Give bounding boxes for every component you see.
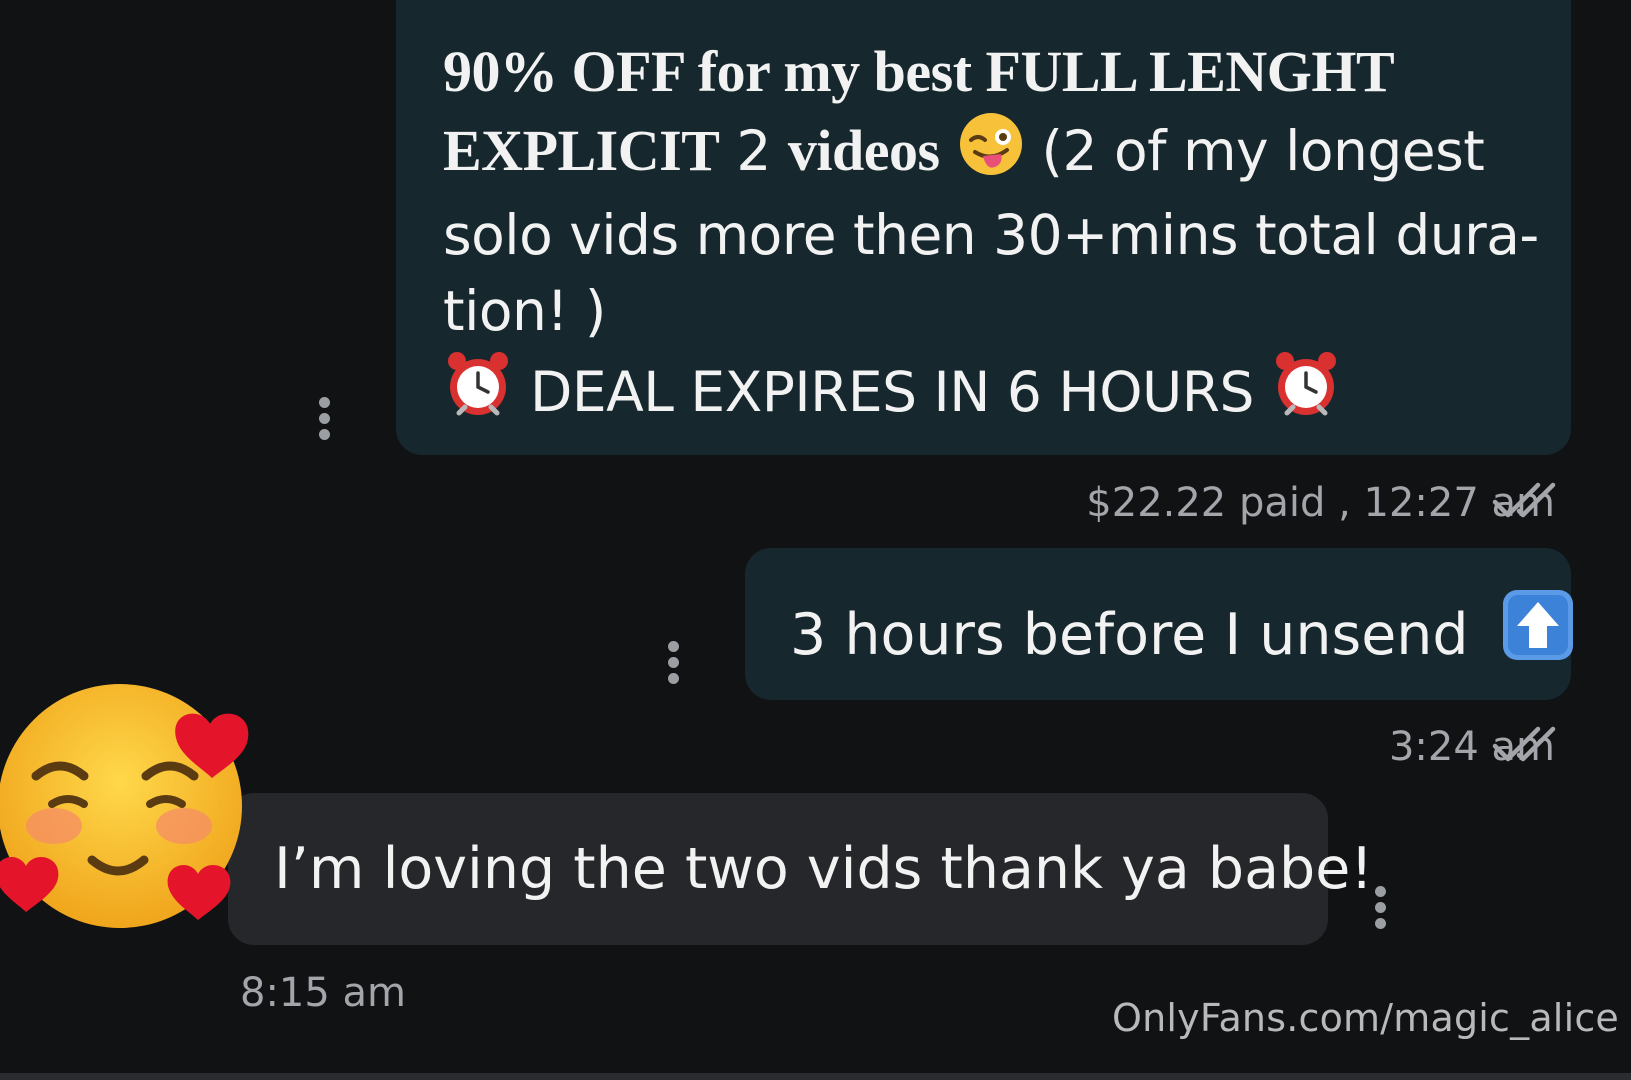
message-text: I’m loving the two vids thank ya babe!	[274, 836, 1374, 902]
up-arrow-emoji-icon	[1501, 588, 1575, 681]
message-line: 90% OFF for my best FULL LENGHT	[443, 34, 1521, 110]
message-text: 3 hours before I unsend	[790, 602, 1469, 668]
chat-screen: 90% OFF for my best FULL LENGHT EXPLICIT…	[0, 0, 1631, 1080]
more-options-icon[interactable]	[318, 397, 330, 441]
message-meta: 8:15 am	[240, 970, 407, 1016]
outgoing-message-bubble[interactable]: 3 hours before I unsend	[745, 548, 1573, 700]
message-text: 2	[719, 119, 788, 183]
bottom-divider	[0, 1073, 1631, 1080]
double-check-icon	[1492, 726, 1556, 762]
more-options-icon[interactable]	[1374, 886, 1386, 930]
outgoing-message-bubble[interactable]: 90% OFF for my best FULL LENGHT EXPLICIT…	[396, 0, 1571, 455]
message-line: DEAL EXPIRES IN 6 HOURS	[443, 349, 1521, 438]
watermark: OnlyFans.com/magic_alice	[1112, 996, 1619, 1040]
double-check-icon	[1492, 482, 1556, 518]
message-text: DEAL EXPIRES IN 6 HOURS	[529, 360, 1254, 424]
message-meta: $22.22 paid , 12:27 am	[1086, 480, 1555, 526]
alarm-clock-emoji-icon	[443, 349, 513, 438]
more-options-icon[interactable]	[667, 641, 679, 685]
message-line: solo vids more then 30+mins total dura-	[443, 203, 1539, 267]
winking-tongue-emoji-icon	[957, 110, 1025, 197]
message-line: tion! )	[443, 279, 606, 343]
message-text-bold: EXPLICIT	[443, 118, 720, 183]
smiling-face-with-hearts-emoji-icon	[0, 684, 249, 928]
message-text: (2 of my longest	[1041, 119, 1485, 183]
message-line: EXPLICIT 2 videos (2 of my longest	[443, 110, 1521, 197]
incoming-message-bubble[interactable]: I’m loving the two vids thank ya babe!	[228, 793, 1373, 945]
alarm-clock-emoji-icon	[1271, 349, 1341, 438]
message-text-bold: videos	[787, 118, 940, 183]
message-text-bold: 90% OFF for my best FULL LENGHT	[443, 39, 1395, 104]
